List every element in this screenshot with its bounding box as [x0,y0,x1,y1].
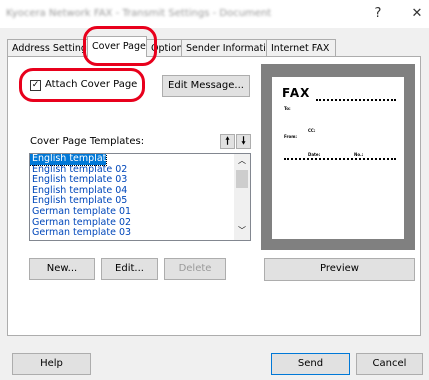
scroll-down-icon[interactable]: ﹀ [238,225,246,236]
templates-label: Cover Page Templates: [30,136,145,147]
to-label: To: [284,106,291,111]
help-button[interactable]: Help [12,353,91,375]
preview-sheet: FAX To: CC: From: Date: No.: [272,77,404,239]
edit-message-button[interactable]: Edit Message... [162,75,250,97]
delete-template-button[interactable]: Delete [164,258,226,280]
pages-label: No.: [354,152,364,157]
tab-cover-page[interactable]: Cover Page [87,36,147,57]
close-icon[interactable]: ✕ [408,5,426,23]
tab-address-setting[interactable]: Address Setting [7,39,88,56]
cancel-button[interactable]: Cancel [356,353,423,375]
cc-label: CC: [308,128,316,133]
tab-internet-fax[interactable]: Internet FAX [266,39,336,56]
window-title: Kyocera Network FAX - Transmit Settings … [6,8,272,19]
heading-rule [316,99,396,101]
list-item[interactable]: German template 03 [30,228,250,239]
move-down-button[interactable]: 🠗 [236,134,251,149]
new-template-button[interactable]: New... [29,258,95,280]
down-arrow-icon: 🠗 [241,136,246,147]
move-up-button[interactable]: 🠕 [220,134,235,149]
list-item[interactable]: German template 01 [30,206,250,218]
date-label: Date: [308,152,321,157]
templates-list[interactable]: English template 01 English template 02 En… [29,153,251,241]
edit-template-button[interactable]: Edit... [101,258,158,280]
up-arrow-icon: 🠕 [225,136,230,147]
from-label: From: [284,134,297,139]
title-bar: Kyocera Network FAX - Transmit Settings … [0,0,429,28]
preview-button[interactable]: Preview [264,258,415,281]
help-icon[interactable]: ? [369,5,387,23]
scroll-thumb[interactable] [236,170,248,188]
list-scrollbar[interactable]: ︿ ﹀ [234,154,250,240]
fax-heading: FAX [282,86,311,100]
header-rule [284,158,396,160]
scroll-up-icon[interactable]: ︿ [238,155,246,166]
list-item[interactable]: English template 01 [30,154,127,166]
send-button[interactable]: Send [271,353,350,375]
cover-page-preview: FAX To: CC: From: Date: No.: [261,64,415,250]
tab-sender-information[interactable]: Sender Information [181,39,278,56]
checkbox-highlight-ring [19,68,145,102]
